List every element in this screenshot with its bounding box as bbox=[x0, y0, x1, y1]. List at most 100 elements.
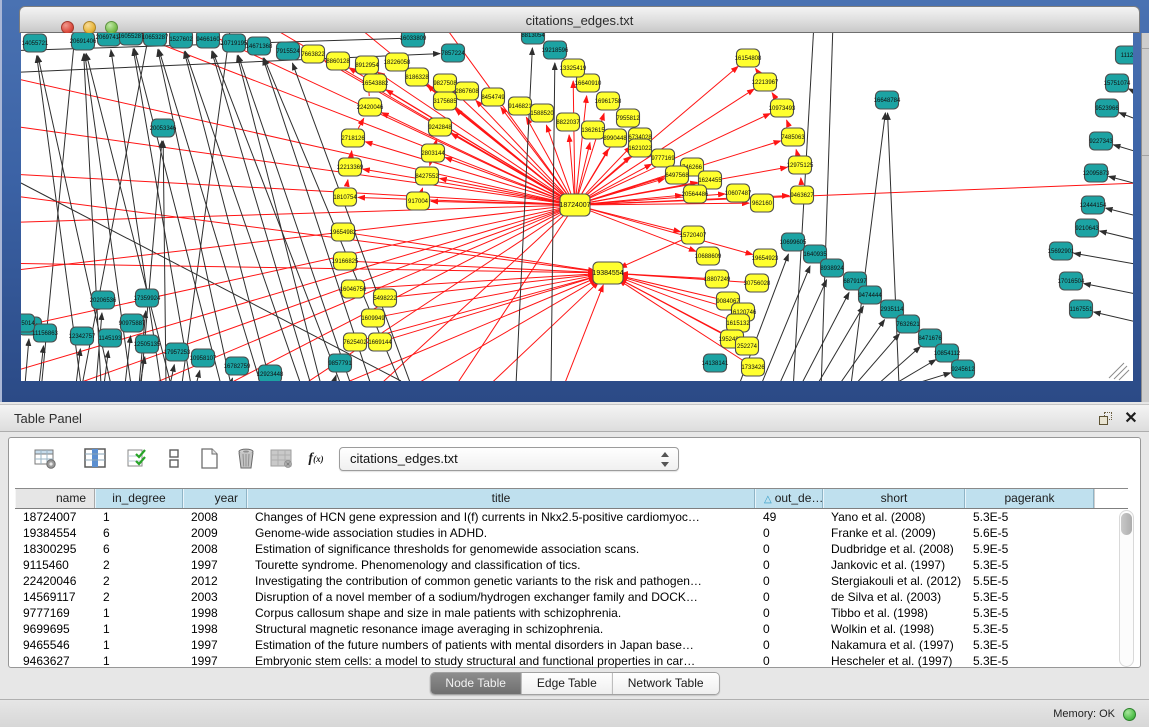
table-cell[interactable]: Embryonic stem cells: a model to study s… bbox=[247, 653, 755, 669]
table-cell[interactable]: Tourette syndrome. Phenomenology and cla… bbox=[247, 557, 755, 573]
table-cell[interactable]: 49 bbox=[755, 509, 823, 525]
delete-table-button[interactable] bbox=[267, 445, 297, 473]
table-cell[interactable]: 0 bbox=[755, 589, 823, 605]
column-header-in_degree[interactable]: in_degree bbox=[95, 489, 183, 508]
tab-node-table[interactable]: Node Table bbox=[430, 673, 522, 694]
row-height-button[interactable] bbox=[159, 445, 189, 473]
scrollbar-thumb[interactable] bbox=[1121, 513, 1132, 535]
table-cell[interactable]: 5.3E-5 bbox=[965, 557, 1094, 573]
table-cell[interactable]: Yano et al. (2008) bbox=[823, 509, 965, 525]
table-cell[interactable]: 1 bbox=[95, 637, 183, 653]
table-cell[interactable]: 1997 bbox=[183, 637, 247, 653]
network-window-titlebar[interactable]: citations_edges.txt bbox=[19, 6, 1140, 33]
table-cell[interactable]: 0 bbox=[755, 653, 823, 669]
table-cell[interactable]: 2012 bbox=[183, 573, 247, 589]
table-row[interactable]: 2242004622012Investigating the contribut… bbox=[15, 573, 1128, 589]
table-cell[interactable]: Dudbridge et al. (2008) bbox=[823, 541, 965, 557]
table-cell[interactable]: 2008 bbox=[183, 541, 247, 557]
table-cell[interactable]: 5.3E-5 bbox=[965, 605, 1094, 621]
table-cell[interactable]: 6 bbox=[95, 525, 183, 541]
table-cell[interactable]: 18724007 bbox=[15, 509, 95, 525]
table-cell[interactable]: Jankovic et al. (1997) bbox=[823, 557, 965, 573]
table-cell[interactable]: 0 bbox=[755, 573, 823, 589]
table-cell[interactable]: Franke et al. (2009) bbox=[823, 525, 965, 541]
column-header-name[interactable]: name bbox=[15, 489, 95, 508]
column-header-title[interactable]: title bbox=[247, 489, 755, 508]
table-cell[interactable]: Genome-wide association studies in ADHD. bbox=[247, 525, 755, 541]
table-cell[interactable]: Hescheler et al. (1997) bbox=[823, 653, 965, 669]
table-cell[interactable]: Tibbo et al. (1998) bbox=[823, 605, 965, 621]
table-row[interactable]: 1830029562008Estimation of significance … bbox=[15, 541, 1128, 557]
table-cell[interactable]: 9465546 bbox=[15, 637, 95, 653]
table-row[interactable]: 1938455462009Genome-wide association stu… bbox=[15, 525, 1128, 541]
tab-network-table[interactable]: Network Table bbox=[613, 673, 719, 694]
table-cell[interactable]: Estimation of significance thresholds fo… bbox=[247, 541, 755, 557]
table-cell[interactable]: 0 bbox=[755, 541, 823, 557]
table-cell[interactable]: 1 bbox=[95, 605, 183, 621]
table-row[interactable]: 946554611997Estimation of the future num… bbox=[15, 637, 1128, 653]
table-cell[interactable]: 18300295 bbox=[15, 541, 95, 557]
select-all-button[interactable] bbox=[123, 445, 153, 473]
table-cell[interactable]: 2 bbox=[95, 589, 183, 605]
table-cell[interactable]: 1 bbox=[95, 621, 183, 637]
table-row[interactable]: 946362711997Embryonic stem cells: a mode… bbox=[15, 653, 1128, 669]
float-panel-icon[interactable] bbox=[1099, 412, 1113, 426]
table-cell[interactable]: 1998 bbox=[183, 605, 247, 621]
table-cell[interactable]: Nakamura et al. (1997) bbox=[823, 637, 965, 653]
table-cell[interactable]: 0 bbox=[755, 637, 823, 653]
table-cell[interactable]: 1 bbox=[95, 509, 183, 525]
table-cell[interactable]: 0 bbox=[755, 525, 823, 541]
table-cell[interactable]: 9115460 bbox=[15, 557, 95, 573]
memory-status-indicator[interactable] bbox=[1123, 708, 1136, 721]
table-cell[interactable]: 0 bbox=[755, 557, 823, 573]
column-header-pagerank[interactable]: pagerank bbox=[965, 489, 1094, 508]
column-header-short[interactable]: short bbox=[823, 489, 965, 508]
table-cell[interactable]: 9699695 bbox=[15, 621, 95, 637]
table-cell[interactable]: 2008 bbox=[183, 509, 247, 525]
table-cell[interactable]: 0 bbox=[755, 621, 823, 637]
table-cell[interactable]: 1998 bbox=[183, 621, 247, 637]
table-cell[interactable]: 5.9E-5 bbox=[965, 541, 1094, 557]
table-cell[interactable]: 1 bbox=[95, 653, 183, 669]
table-cell[interactable]: 22420046 bbox=[15, 573, 95, 589]
table-cell[interactable]: 5.3E-5 bbox=[965, 637, 1094, 653]
table-row[interactable]: 911546021997Tourette syndrome. Phenomeno… bbox=[15, 557, 1128, 573]
table-cell[interactable]: 5.3E-5 bbox=[965, 621, 1094, 637]
show-columns-button[interactable] bbox=[81, 445, 111, 473]
table-cell[interactable]: 5.6E-5 bbox=[965, 525, 1094, 541]
table-cell[interactable]: 1997 bbox=[183, 653, 247, 669]
table-cell[interactable]: 5.3E-5 bbox=[965, 509, 1094, 525]
column-header-out_de[interactable]: △out_de… bbox=[755, 489, 823, 508]
table-cell[interactable]: 2009 bbox=[183, 525, 247, 541]
table-cell[interactable]: de Silva et al. (2003) bbox=[823, 589, 965, 605]
table-cell[interactable]: 0 bbox=[755, 605, 823, 621]
table-cell[interactable]: 2003 bbox=[183, 589, 247, 605]
function-builder-button[interactable]: f(x) bbox=[301, 445, 331, 473]
table-cell[interactable]: Investigating the contribution of common… bbox=[247, 573, 755, 589]
table-cell[interactable]: 2 bbox=[95, 573, 183, 589]
table-cell[interactable]: 19384554 bbox=[15, 525, 95, 541]
table-cell[interactable]: 1997 bbox=[183, 557, 247, 573]
network-view-canvas[interactable]: 1872400719384554140557212069140620697416… bbox=[21, 33, 1133, 381]
table-cell[interactable]: 9463627 bbox=[15, 653, 95, 669]
table-cell[interactable]: 6 bbox=[95, 541, 183, 557]
table-cell[interactable]: Disruption of a novel member of a sodium… bbox=[247, 589, 755, 605]
table-row[interactable]: 1456911722003Disruption of a novel membe… bbox=[15, 589, 1128, 605]
table-row[interactable]: 969969511998Structural magnetic resonanc… bbox=[15, 621, 1128, 637]
table-cell[interactable]: Corpus callosum shape and size in male p… bbox=[247, 605, 755, 621]
table-cell[interactable]: Structural magnetic resonance image aver… bbox=[247, 621, 755, 637]
close-panel-icon[interactable]: ✕ bbox=[1123, 410, 1139, 428]
table-cell[interactable]: Stergiakouli et al. (2012) bbox=[823, 573, 965, 589]
table-cell[interactable]: Estimation of the future numbers of pati… bbox=[247, 637, 755, 653]
table-cell[interactable]: 2 bbox=[95, 557, 183, 573]
delete-column-button[interactable] bbox=[231, 445, 261, 473]
column-settings-button[interactable] bbox=[31, 445, 61, 473]
column-header-year[interactable]: year bbox=[183, 489, 247, 508]
table-cell[interactable]: 14569117 bbox=[15, 589, 95, 605]
table-cell[interactable]: 5.3E-5 bbox=[965, 653, 1094, 669]
vertical-scrollbar[interactable] bbox=[1119, 510, 1134, 667]
table-cell[interactable]: Changes of HCN gene expression and I(f) … bbox=[247, 509, 755, 525]
tab-edge-table[interactable]: Edge Table bbox=[522, 673, 613, 694]
table-cell[interactable]: 9777169 bbox=[15, 605, 95, 621]
table-select-dropdown[interactable]: citations_edges.txt bbox=[339, 447, 679, 471]
